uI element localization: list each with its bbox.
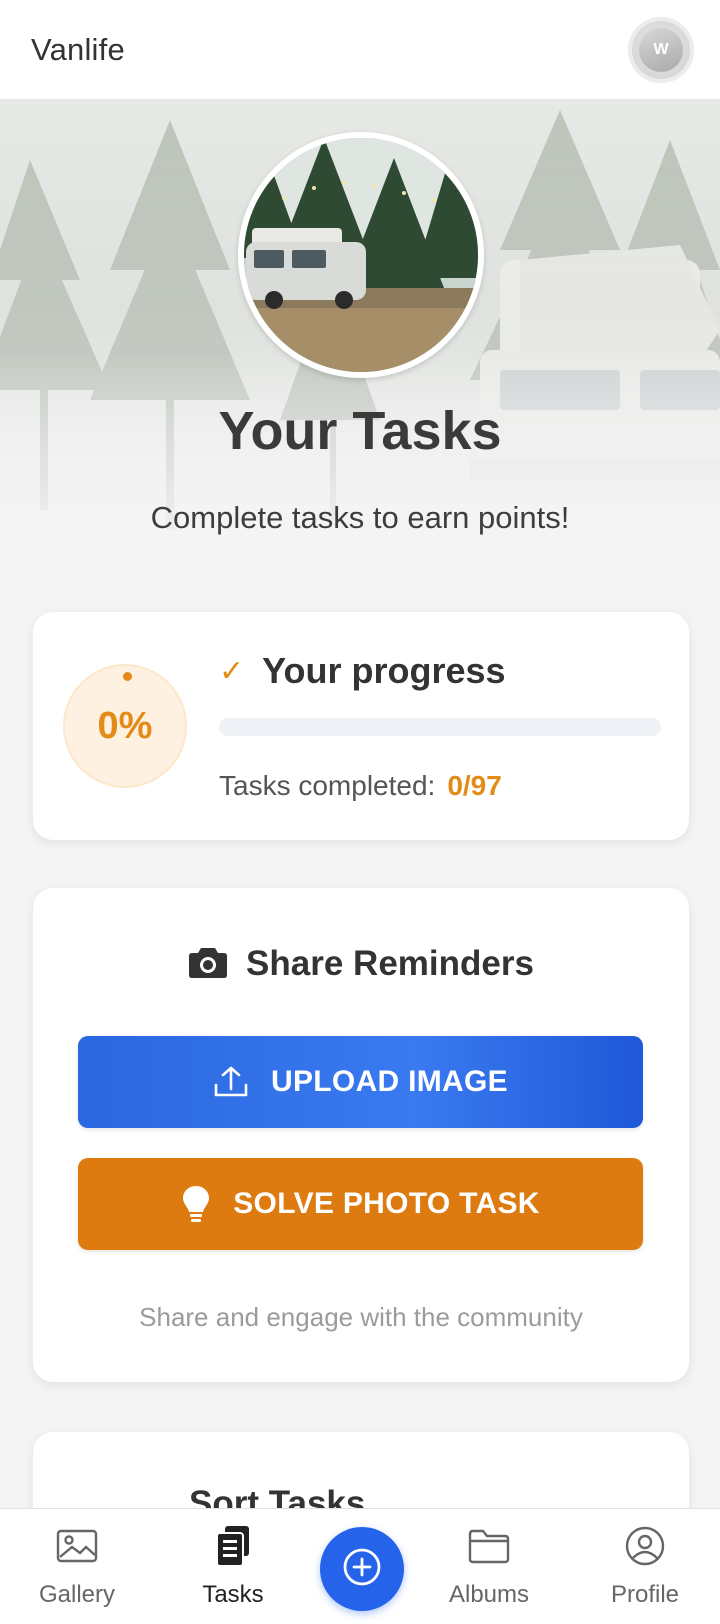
progress-heading: ✓ Your progress [219, 650, 506, 692]
app-title: Vanlife [31, 31, 125, 67]
share-heading-label: Share Reminders [246, 944, 534, 983]
share-reminders-card: Share Reminders UPLOAD IMAGE SOLVE PHOTO… [33, 888, 689, 1382]
nav-albums[interactable]: Albums [424, 1525, 554, 1609]
app-bar: Vanlife W [0, 0, 720, 100]
upload-image-button[interactable]: UPLOAD IMAGE [78, 1036, 643, 1128]
nav-tasks-label: Tasks [202, 1581, 264, 1608]
user-circle-icon [580, 1525, 710, 1567]
progress-heading-label: Your progress [262, 650, 506, 691]
progress-bar [219, 718, 661, 736]
upload-image-label: UPLOAD IMAGE [271, 1065, 508, 1098]
image-icon [12, 1525, 142, 1567]
progress-ring: 0% [63, 664, 187, 788]
tasks-completed: Tasks completed: 0/97 [219, 770, 502, 802]
page-title: Your Tasks [218, 401, 502, 461]
nav-gallery-label: Gallery [38, 1581, 116, 1608]
plus-circle-icon [340, 1545, 384, 1594]
progress-percent: 0% [97, 704, 153, 747]
camera-icon [188, 945, 228, 984]
lightbulb-icon [181, 1184, 211, 1224]
tasks-completed-count: 0/97 [447, 770, 502, 801]
nav-profile-label: Profile [610, 1581, 680, 1608]
solve-photo-task-button[interactable]: SOLVE PHOTO TASK [78, 1158, 643, 1250]
page-subtitle: Complete tasks to earn points! [150, 500, 570, 535]
user-avatar-button[interactable]: W [628, 16, 694, 83]
share-heading: Share Reminders [33, 944, 689, 984]
solve-photo-task-label: SOLVE PHOTO TASK [233, 1187, 540, 1220]
add-button[interactable] [320, 1527, 404, 1611]
hero-section: Your Tasks Complete tasks to earn points… [0, 100, 720, 560]
nav-albums-label: Albums [448, 1581, 530, 1608]
upload-icon [213, 1065, 249, 1099]
nav-profile[interactable]: Profile [580, 1525, 710, 1609]
folder-icon [424, 1525, 554, 1567]
nav-tasks[interactable]: Tasks [168, 1525, 298, 1609]
tasks-completed-label: Tasks completed: [219, 770, 436, 801]
progress-card: 0% ✓ Your progress Tasks completed: 0/97 [33, 612, 689, 840]
tasks-icon [168, 1525, 298, 1567]
nav-gallery[interactable]: Gallery [12, 1525, 142, 1609]
bottom-navigation: Gallery Tasks Albums Profile [0, 1508, 720, 1624]
avatar-initial: W [639, 27, 683, 72]
share-note: Share and engage with the community [139, 1302, 583, 1332]
campervan-photo [238, 132, 484, 378]
check-icon: ✓ [219, 654, 245, 688]
